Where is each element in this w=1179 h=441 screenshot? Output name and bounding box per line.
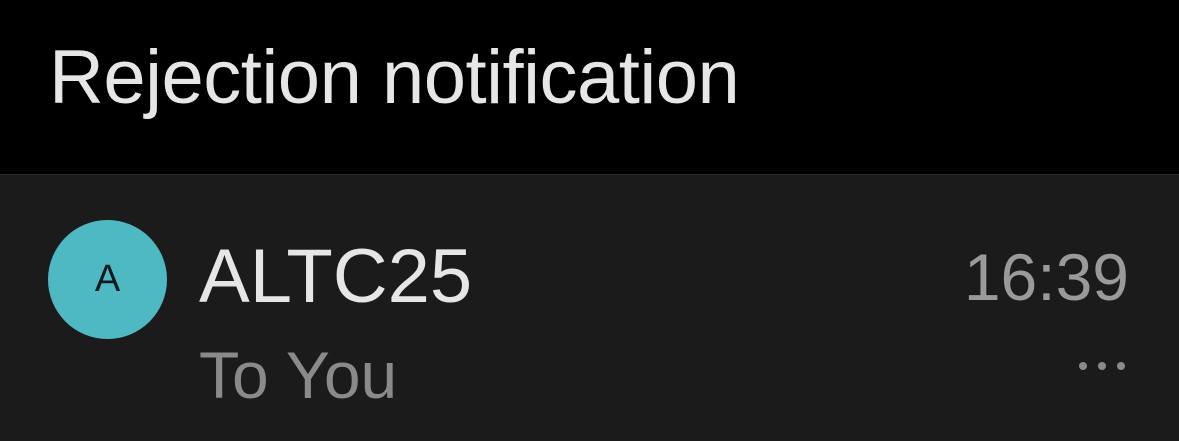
dot (1098, 362, 1106, 370)
avatar-letter: A (94, 258, 121, 300)
message-time: 16:39 (963, 240, 1129, 314)
recipient-label: To You (199, 338, 398, 412)
dot (1117, 362, 1125, 370)
sender-name: ALTC25 (199, 234, 473, 319)
message-row[interactable]: A ALTC25 To You 16:39 (0, 175, 1179, 441)
dot (1079, 362, 1087, 370)
avatar: A (48, 220, 167, 339)
more-dots-icon[interactable] (1079, 358, 1125, 374)
page-header: Rejection notification (0, 0, 1179, 175)
page-title: Rejection notification (49, 35, 740, 120)
